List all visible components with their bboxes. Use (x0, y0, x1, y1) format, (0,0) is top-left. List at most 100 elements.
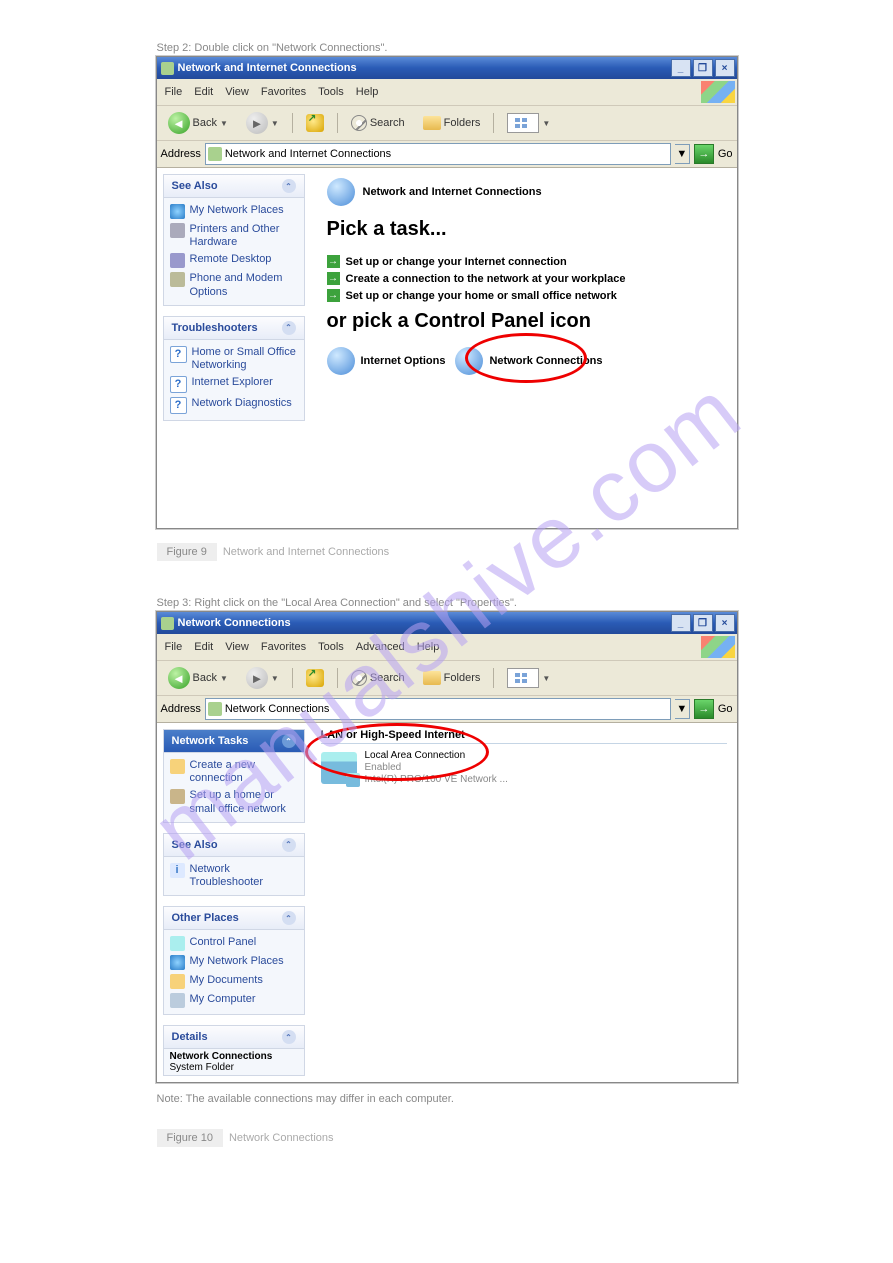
address-label: Address (161, 703, 201, 715)
address-label: Address (161, 148, 201, 160)
item-local-area-connection[interactable]: Local Area Connection Enabled Intel(R) P… (321, 750, 727, 786)
link-my-computer[interactable]: My Computer (170, 991, 298, 1010)
address-icon (208, 147, 222, 161)
pick-icon-heading: or pick a Control Panel icon (327, 310, 721, 333)
menubar: File Edit View Favorites Tools Advanced … (157, 634, 737, 661)
go-label: Go (718, 148, 733, 160)
details-type: System Folder (170, 1062, 234, 1073)
collapse-icon[interactable]: ⌃ (282, 838, 296, 852)
link-my-network-places-2[interactable]: My Network Places (170, 953, 298, 972)
search-button[interactable]: Search (344, 667, 412, 689)
link-my-documents[interactable]: My Documents (170, 972, 298, 991)
folders-button[interactable]: Folders (416, 113, 488, 133)
menu-view[interactable]: View (219, 84, 255, 100)
address-dropdown[interactable]: ▼ (675, 144, 690, 164)
menu-edit[interactable]: Edit (188, 639, 219, 655)
restore-button[interactable]: ❐ (693, 614, 713, 632)
link-printers-hardware[interactable]: Printers and Other Hardware (170, 221, 298, 251)
link-phone-modem[interactable]: Phone and Modem Options (170, 270, 298, 300)
back-button[interactable]: ◄Back ▼ (161, 109, 235, 137)
link-network-diag[interactable]: ?Network Diagnostics (170, 395, 298, 416)
titlebar-2[interactable]: Network Connections _ ❐ × (157, 612, 737, 634)
menu-favorites[interactable]: Favorites (255, 84, 312, 100)
panel-troubleshooters: Troubleshooters⌃ ?Home or Small Office N… (163, 316, 305, 421)
menu-tools[interactable]: Tools (312, 84, 350, 100)
windows-logo-icon (701, 81, 735, 103)
up-button[interactable] (299, 666, 331, 690)
pick-task-heading: Pick a task... (327, 218, 721, 241)
link-network-troubleshooter[interactable]: iNetwork Troubleshooter (170, 861, 298, 891)
collapse-icon[interactable]: ⌃ (282, 179, 296, 193)
address-input[interactable]: Network and Internet Connections (205, 143, 671, 165)
views-button[interactable]: ▼ (500, 665, 557, 691)
task-setup-internet[interactable]: →Set up or change your Internet connecti… (327, 255, 721, 268)
lan-icon (321, 752, 357, 784)
link-control-panel[interactable]: Control Panel (170, 934, 298, 953)
figure-caption-2: Figure 10Network Connections (149, 1125, 745, 1151)
arrow-icon: → (327, 255, 340, 268)
address-bar: Address Network Connections ▼ → Go (157, 696, 737, 723)
collapse-icon[interactable]: ⌃ (282, 734, 296, 748)
menu-view[interactable]: View (219, 639, 255, 655)
collapse-icon[interactable]: ⌃ (282, 911, 296, 925)
panel-header[interactable]: See Also⌃ (164, 834, 304, 857)
panel-header[interactable]: Details⌃ (164, 1026, 304, 1049)
panel-header[interactable]: Troubleshooters⌃ (164, 317, 304, 340)
link-create-connection[interactable]: Create a new connection (170, 757, 298, 787)
menu-advanced[interactable]: Advanced (350, 639, 411, 655)
lan-status: Enabled (365, 762, 508, 774)
menu-file[interactable]: File (159, 639, 189, 655)
menu-file[interactable]: File (159, 84, 189, 100)
minimize-button[interactable]: _ (671, 59, 691, 77)
menu-tools[interactable]: Tools (312, 639, 350, 655)
link-remote-desktop[interactable]: Remote Desktop (170, 251, 298, 270)
minimize-button[interactable]: _ (671, 614, 691, 632)
panel-see-also: See Also⌃ My Network Places Printers and… (163, 174, 305, 306)
cp-network-connections[interactable]: Network Connections (455, 347, 602, 375)
menu-help[interactable]: Help (350, 84, 385, 100)
windows-logo-icon (701, 636, 735, 658)
up-button[interactable] (299, 111, 331, 135)
views-button[interactable]: ▼ (500, 110, 557, 136)
window-2: Network Connections _ ❐ × File Edit View… (156, 611, 738, 1083)
figure-caption-1: Figure 9Network and Internet Connections (149, 539, 745, 565)
search-button[interactable]: Search (344, 112, 412, 134)
go-button[interactable]: → (694, 699, 714, 719)
panel-header[interactable]: See Also⌃ (164, 175, 304, 198)
arrow-icon: → (327, 289, 340, 302)
close-button[interactable]: × (715, 59, 735, 77)
link-ie[interactable]: ?Internet Explorer (170, 374, 298, 395)
back-button[interactable]: ◄Back ▼ (161, 664, 235, 692)
panel-header[interactable]: Other Places⌃ (164, 907, 304, 930)
menu-help[interactable]: Help (411, 639, 446, 655)
menu-edit[interactable]: Edit (188, 84, 219, 100)
close-button[interactable]: × (715, 614, 735, 632)
doc-step3-text: Step 3: Right click on the "Local Area C… (157, 597, 737, 609)
arrow-icon: → (327, 272, 340, 285)
link-my-network-places[interactable]: My Network Places (170, 202, 298, 221)
lan-device: Intel(R) PRO/100 VE Network ... (365, 774, 508, 786)
forward-button[interactable]: ► ▼ (239, 109, 286, 137)
collapse-icon[interactable]: ⌃ (282, 321, 296, 335)
task-create-workplace[interactable]: →Create a connection to the network at y… (327, 272, 721, 285)
lan-name: Local Area Connection (365, 750, 508, 762)
folders-button[interactable]: Folders (416, 668, 488, 688)
menu-favorites[interactable]: Favorites (255, 639, 312, 655)
collapse-icon[interactable]: ⌃ (282, 1030, 296, 1044)
panel-see-also-2: See Also⌃ iNetwork Troubleshooter (163, 833, 305, 896)
go-button[interactable]: → (694, 144, 714, 164)
panel-network-tasks: Network Tasks⌃ Create a new connection S… (163, 729, 305, 823)
address-dropdown[interactable]: ▼ (675, 699, 690, 719)
toolbar: ◄Back ▼ ► ▼ Search Folders ▼ (157, 106, 737, 141)
address-input[interactable]: Network Connections (205, 698, 671, 720)
restore-button[interactable]: ❐ (693, 59, 713, 77)
link-home-small-office[interactable]: ?Home or Small Office Networking (170, 344, 298, 374)
link-setup-home[interactable]: Set up a home or small office network (170, 787, 298, 817)
titlebar-1[interactable]: Network and Internet Connections _ ❐ × (157, 57, 737, 79)
task-home-network[interactable]: →Set up or change your home or small off… (327, 289, 721, 302)
address-icon (208, 702, 222, 716)
cp-internet-options[interactable]: Internet Options (327, 347, 446, 375)
forward-button[interactable]: ► ▼ (239, 664, 286, 692)
panel-header[interactable]: Network Tasks⌃ (164, 730, 304, 753)
category-title: Network and Internet Connections (363, 186, 542, 198)
